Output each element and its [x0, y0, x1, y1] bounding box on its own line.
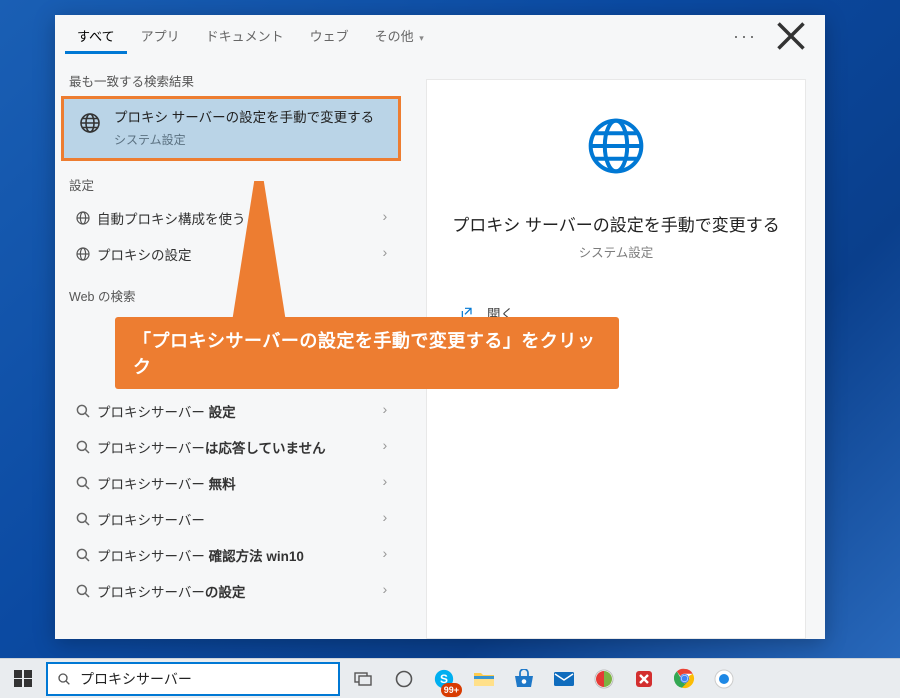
close-button[interactable] — [771, 16, 811, 56]
search-icon — [56, 671, 72, 687]
start-search-panel: すべて アプリ ドキュメント ウェブ その他 ▾ ··· 最も一致する検索結果 — [55, 15, 825, 639]
cortana-button[interactable] — [384, 659, 424, 698]
app-icon — [634, 669, 654, 689]
web-suggestion-label: プロキシサーバーは応答していません — [97, 437, 381, 457]
globe-icon — [584, 114, 648, 183]
search-titlebar: すべて アプリ ドキュメント ウェブ その他 ▾ ··· — [55, 15, 825, 57]
close-icon — [771, 16, 811, 56]
chevron-right-icon: › — [381, 403, 389, 419]
start-button[interactable] — [0, 659, 46, 698]
annotation-text: 「プロキシサーバーの設定を手動で変更する」をクリック — [133, 327, 601, 379]
tab-web[interactable]: ウェブ — [298, 18, 361, 54]
taskbar-app-chrome[interactable] — [664, 659, 704, 698]
chevron-down-icon: ▾ — [419, 33, 424, 43]
chevron-right-icon: › — [381, 475, 389, 491]
more-options-button[interactable]: ··· — [733, 26, 757, 47]
tab-documents[interactable]: ドキュメント — [194, 18, 296, 54]
web-suggestion[interactable]: プロキシサーバー 設定› — [55, 393, 407, 429]
settings-result-label: 自動プロキシ構成を使う — [97, 208, 381, 228]
chevron-right-icon: › — [381, 439, 389, 455]
web-suggestion[interactable]: プロキシサーバーは応答していません› — [55, 429, 407, 465]
chrome-icon — [674, 668, 695, 689]
best-match-title: プロキシ サーバーの設定を手動で変更する — [114, 109, 374, 127]
store-icon — [513, 669, 535, 689]
taskbar-app-generic-2[interactable] — [624, 659, 664, 698]
search-icon — [69, 546, 97, 564]
web-suggestion-label: プロキシサーバーの設定 — [97, 581, 381, 601]
web-suggestion[interactable]: プロキシサーバーの設定› — [55, 573, 407, 609]
taskbar-app-generic-1[interactable] — [584, 659, 624, 698]
taskbar: プロキシサーバー S 99+ — [0, 658, 900, 698]
search-query-text: プロキシサーバー — [80, 669, 192, 689]
web-suggestion-label: プロキシサーバー — [97, 509, 381, 529]
search-icon — [69, 438, 97, 456]
best-match-subtitle: システム設定 — [114, 131, 374, 148]
tab-apps[interactable]: アプリ — [129, 18, 192, 54]
section-settings: 設定 — [55, 161, 407, 200]
tab-more-label: その他 — [375, 29, 414, 44]
search-icon — [69, 402, 97, 420]
mail-icon — [553, 671, 575, 687]
taskbar-app-skype[interactable]: S 99+ — [424, 659, 464, 698]
taskbar-app-mail[interactable] — [544, 659, 584, 698]
tab-all[interactable]: すべて — [65, 18, 127, 54]
section-best-match: 最も一致する検索結果 — [55, 57, 407, 96]
globe-icon — [70, 109, 110, 148]
best-match-result[interactable]: プロキシ サーバーの設定を手動で変更する システム設定 — [61, 96, 401, 161]
settings-result-autoproxy[interactable]: 自動プロキシ構成を使う › — [55, 200, 407, 236]
settings-result-label: プロキシの設定 — [97, 244, 381, 264]
app-icon — [714, 669, 734, 689]
globe-icon — [69, 245, 97, 263]
cortana-icon — [394, 669, 414, 689]
search-icon — [69, 582, 97, 600]
folder-icon — [473, 670, 495, 688]
web-suggestion-label: プロキシサーバー 確認方法 win10 — [97, 545, 381, 565]
chevron-right-icon: › — [381, 511, 389, 527]
tab-more[interactable]: その他 ▾ — [363, 18, 436, 54]
search-icon — [69, 474, 97, 492]
annotation-callout: 「プロキシサーバーの設定を手動で変更する」をクリック — [115, 317, 619, 389]
chevron-right-icon: › — [381, 246, 389, 262]
web-suggestion-label: プロキシサーバー 設定 — [97, 401, 381, 421]
web-suggestion-label: プロキシサーバー 無料 — [97, 473, 381, 493]
detail-title: プロキシ サーバーの設定を手動で変更する — [452, 211, 780, 236]
web-suggestion[interactable]: プロキシサーバー 確認方法 win10› — [55, 537, 407, 573]
detail-subtitle: システム設定 — [579, 242, 654, 261]
section-web-search: Web の検索 — [55, 272, 407, 311]
search-icon — [69, 510, 97, 528]
windows-logo-icon — [14, 670, 32, 688]
taskbar-app-generic-3[interactable] — [704, 659, 744, 698]
web-suggestion[interactable]: プロキシサーバー› — [55, 501, 407, 537]
globe-icon — [69, 209, 97, 227]
chevron-right-icon: › — [381, 210, 389, 226]
taskbar-search-box[interactable]: プロキシサーバー — [46, 662, 340, 696]
search-scope-tabs: すべて アプリ ドキュメント ウェブ その他 ▾ — [65, 18, 733, 54]
notification-badge: 99+ — [441, 683, 462, 697]
settings-result-proxy[interactable]: プロキシの設定 › — [55, 236, 407, 272]
taskbar-app-explorer[interactable] — [464, 659, 504, 698]
chevron-right-icon: › — [381, 583, 389, 599]
web-suggestion[interactable]: プロキシサーバー 無料› — [55, 465, 407, 501]
taskbar-app-store[interactable] — [504, 659, 544, 698]
app-icon — [594, 669, 614, 689]
task-view-icon — [354, 671, 374, 687]
chevron-right-icon: › — [381, 547, 389, 563]
task-view-button[interactable] — [344, 659, 384, 698]
